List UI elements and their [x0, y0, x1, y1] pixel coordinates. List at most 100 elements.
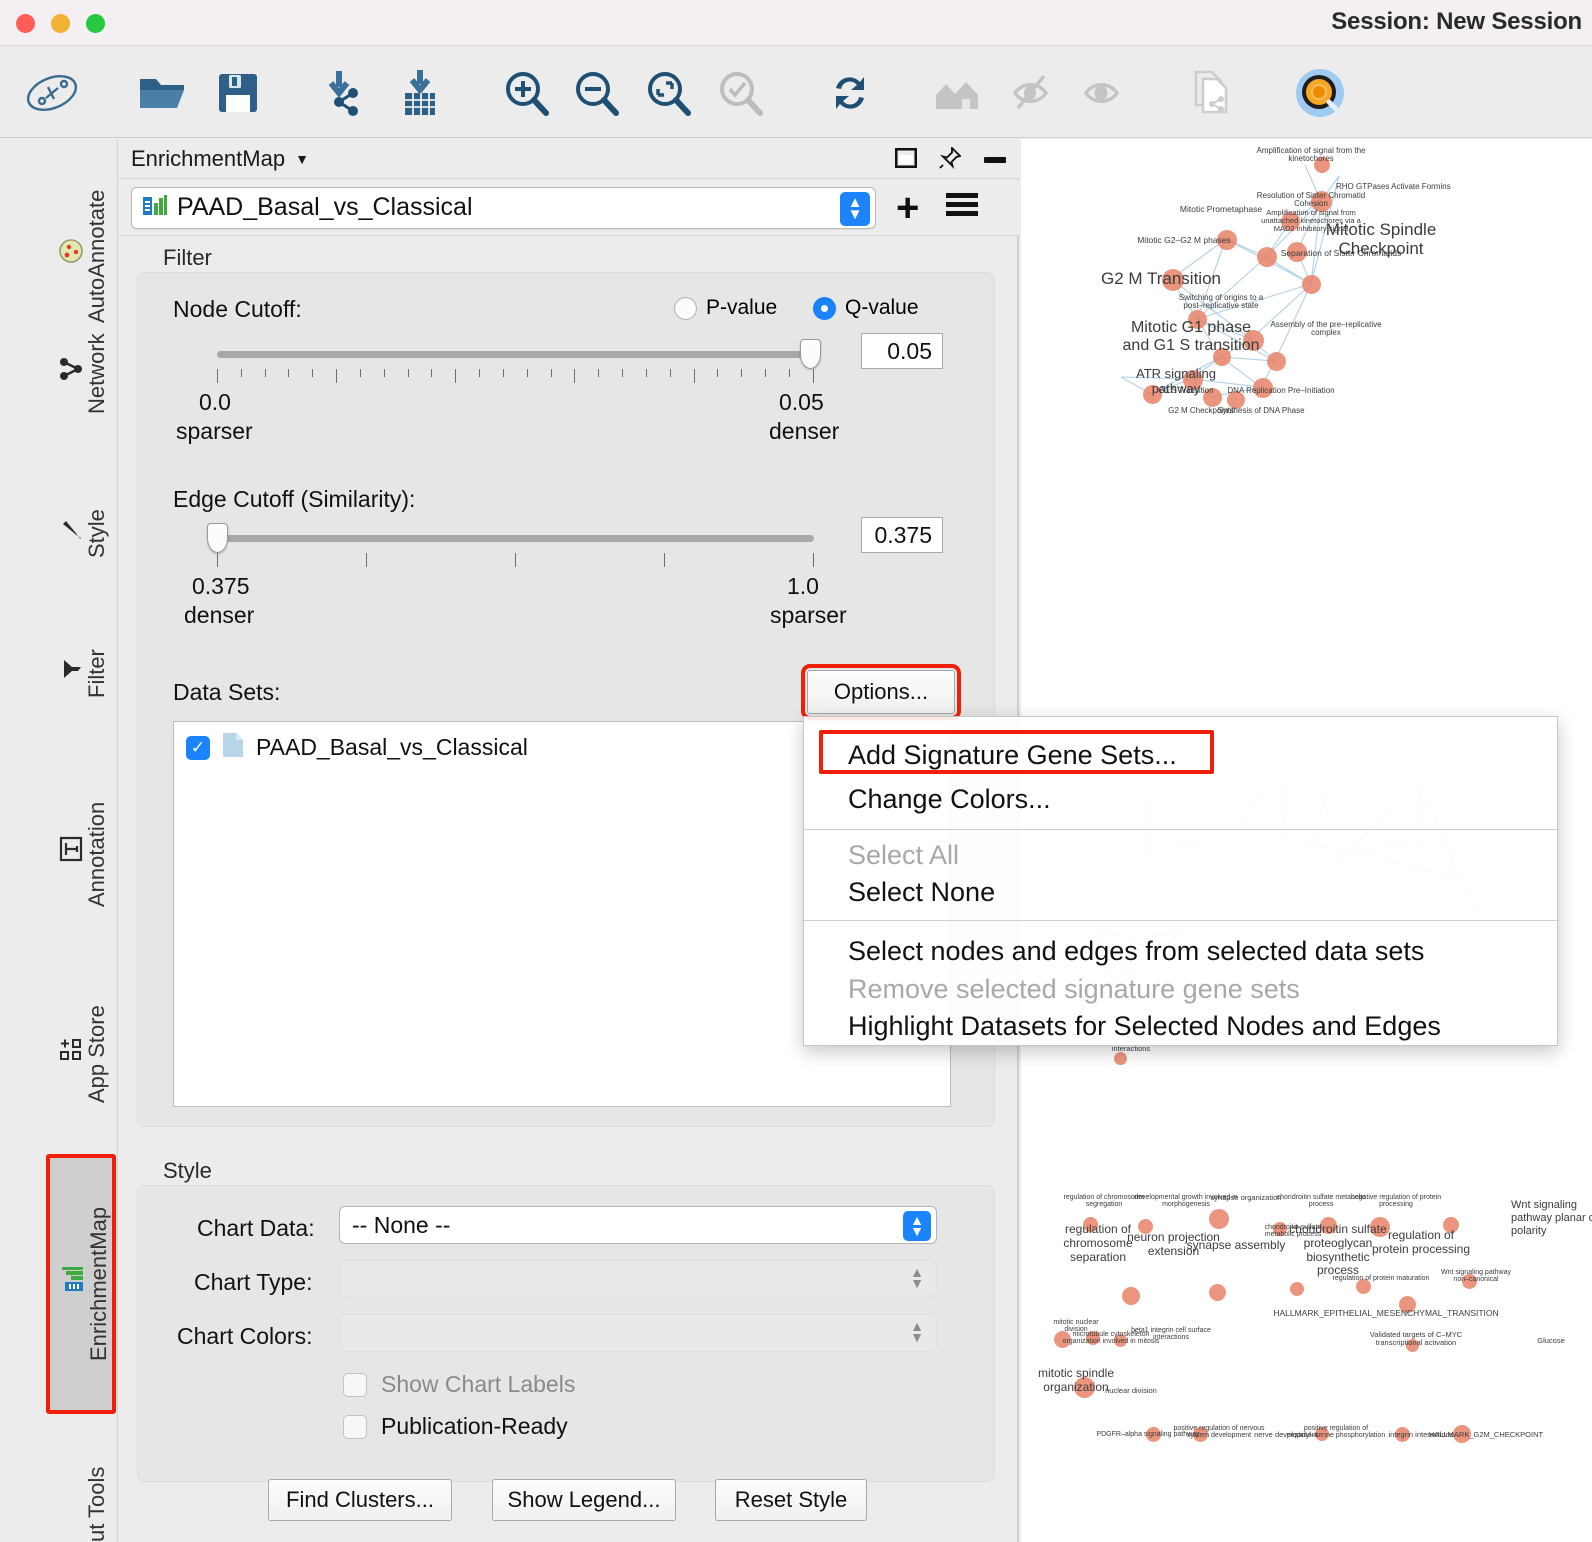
chevron-down-icon[interactable]: ▼ — [295, 151, 309, 167]
float-panel-icon[interactable] — [895, 148, 917, 173]
menu-item-select-none[interactable]: Select None — [804, 870, 1559, 914]
panel-options-menu-button[interactable] — [945, 192, 979, 223]
sidebar-item-annotation[interactable]: Annotation — [0, 759, 110, 949]
menu-item-change-colors[interactable]: Change Colors... — [804, 775, 1559, 823]
network-node[interactable] — [1320, 1217, 1337, 1234]
zoom-selected-icon[interactable] — [712, 66, 768, 120]
reset-style-button[interactable]: Reset Style — [715, 1479, 867, 1521]
network-node[interactable] — [1453, 1425, 1471, 1443]
import-network-icon[interactable] — [318, 66, 374, 120]
show-all-icon[interactable] — [1076, 66, 1132, 120]
chart-type-select[interactable]: ▲▼ — [339, 1260, 937, 1298]
maximize-window-button[interactable] — [86, 14, 105, 33]
chart-colors-select[interactable]: ▲▼ — [339, 1314, 937, 1352]
network-node[interactable] — [1114, 1052, 1127, 1065]
network-node[interactable] — [1287, 242, 1307, 262]
pin-panel-icon[interactable] — [939, 147, 961, 174]
network-node[interactable] — [1253, 378, 1273, 398]
chart-data-select[interactable]: -- None -- ▲▼ — [339, 1206, 937, 1244]
node-cutoff-slider-track[interactable] — [217, 351, 814, 358]
traffic-light-buttons[interactable] — [16, 14, 105, 33]
network-node[interactable] — [1162, 269, 1184, 291]
sidebar-item-style[interactable]: Style — [0, 469, 110, 599]
network-node[interactable] — [1273, 1222, 1287, 1236]
zoom-out-icon[interactable] — [568, 66, 624, 120]
add-enrichmentmap-button[interactable]: + — [896, 188, 919, 228]
network-node[interactable] — [1203, 388, 1222, 407]
show-chart-labels-row[interactable]: Show Chart Labels — [343, 1371, 575, 1398]
network-node[interactable] — [1086, 1331, 1100, 1345]
chevron-updown-icon[interactable]: ▲▼ — [840, 192, 870, 226]
options-popup-menu[interactable]: Add Signature Gene Sets... Change Colors… — [803, 716, 1558, 1046]
network-node[interactable] — [1257, 247, 1277, 267]
network-node[interactable] — [1209, 1284, 1226, 1301]
minimize-panel-icon[interactable] — [983, 152, 1007, 170]
edge-cutoff-slider-track[interactable] — [217, 535, 814, 542]
network-node[interactable] — [1183, 370, 1203, 390]
chevron-updown-icon[interactable]: ▲▼ — [903, 1211, 931, 1241]
sidebar-item-enrichmentmap[interactable]: EnrichmentMap — [46, 1154, 116, 1414]
sidebar-item-filter[interactable]: Filter — [0, 609, 110, 739]
import-table-icon[interactable] — [392, 66, 448, 120]
network-node[interactable] — [1243, 330, 1264, 351]
network-node[interactable] — [1217, 230, 1237, 250]
cytoscape-logo-icon[interactable] — [24, 66, 80, 120]
show-legend-button[interactable]: Show Legend... — [492, 1479, 676, 1521]
network-node[interactable] — [1302, 275, 1321, 294]
network-node[interactable] — [1213, 348, 1231, 366]
network-node[interactable] — [1267, 352, 1286, 371]
network-node[interactable] — [1462, 1274, 1477, 1289]
network-node[interactable] — [1356, 1279, 1371, 1294]
pvalue-radio-option[interactable]: P-value — [674, 296, 777, 320]
hide-selected-icon[interactable] — [1006, 66, 1062, 120]
zoom-fit-icon[interactable] — [640, 66, 696, 120]
close-window-button[interactable] — [16, 14, 35, 33]
new-network-from-selection-icon[interactable] — [1184, 66, 1240, 120]
sidebar-item-network[interactable]: Network — [0, 289, 110, 459]
network-node[interactable] — [1314, 157, 1330, 173]
node-cutoff-slider-knob[interactable] — [800, 339, 821, 369]
publication-ready-checkbox[interactable] — [343, 1415, 367, 1439]
sidebar-item-app-store[interactable]: App Store — [0, 969, 110, 1139]
menu-item-highlight-datasets[interactable]: Highlight Datasets for Selected Nodes an… — [804, 1004, 1559, 1048]
network-node[interactable] — [1290, 1282, 1304, 1296]
network-node[interactable] — [1406, 1339, 1419, 1352]
node-cutoff-value-field[interactable]: 0.05 — [861, 333, 943, 369]
save-icon[interactable] — [210, 66, 266, 120]
network-selector[interactable]: PAAD_Basal_vs_Classical ▲▼ — [131, 187, 876, 229]
network-node[interactable] — [1311, 191, 1332, 212]
network-node[interactable] — [1114, 1334, 1127, 1347]
network-node[interactable] — [1122, 1287, 1140, 1305]
network-node[interactable] — [1443, 1217, 1459, 1233]
publication-ready-row[interactable]: Publication-Ready — [343, 1413, 568, 1440]
network-node[interactable] — [1315, 1427, 1329, 1441]
network-node[interactable] — [1188, 310, 1207, 329]
dataset-checkbox[interactable]: ✓ — [186, 736, 210, 760]
network-node[interactable] — [1143, 385, 1162, 404]
data-sets-options-button[interactable]: Options... — [807, 670, 955, 714]
network-node[interactable] — [1370, 1217, 1390, 1237]
network-node[interactable] — [1399, 1296, 1416, 1313]
qvalue-radio-option[interactable]: Q-value — [813, 296, 919, 320]
network-node[interactable] — [1227, 391, 1245, 409]
edge-cutoff-value-field[interactable]: 0.375 — [861, 517, 943, 553]
minimize-window-button[interactable] — [51, 14, 70, 33]
network-node[interactable] — [1281, 212, 1300, 231]
network-node[interactable] — [1146, 1427, 1161, 1442]
sidebar-item-layout-tools[interactable]: ut Tools — [0, 1439, 110, 1542]
network-node[interactable] — [1209, 1209, 1229, 1229]
enrichmentmap-app-icon[interactable] — [1292, 66, 1348, 120]
network-node[interactable] — [1193, 1427, 1208, 1442]
first-neighbors-icon[interactable] — [932, 66, 988, 120]
refresh-icon[interactable] — [822, 66, 878, 120]
open-folder-icon[interactable] — [134, 66, 190, 120]
network-node[interactable] — [1138, 1219, 1153, 1234]
pvalue-radio[interactable] — [674, 297, 697, 320]
network-node[interactable] — [1395, 1427, 1410, 1442]
qvalue-radio[interactable] — [813, 297, 836, 320]
network-node[interactable] — [1074, 1377, 1095, 1398]
network-node[interactable] — [1083, 1217, 1098, 1232]
edge-cutoff-slider-knob[interactable] — [207, 523, 228, 553]
network-node[interactable] — [1054, 1331, 1071, 1348]
find-clusters-button[interactable]: Find Clusters... — [268, 1479, 452, 1521]
